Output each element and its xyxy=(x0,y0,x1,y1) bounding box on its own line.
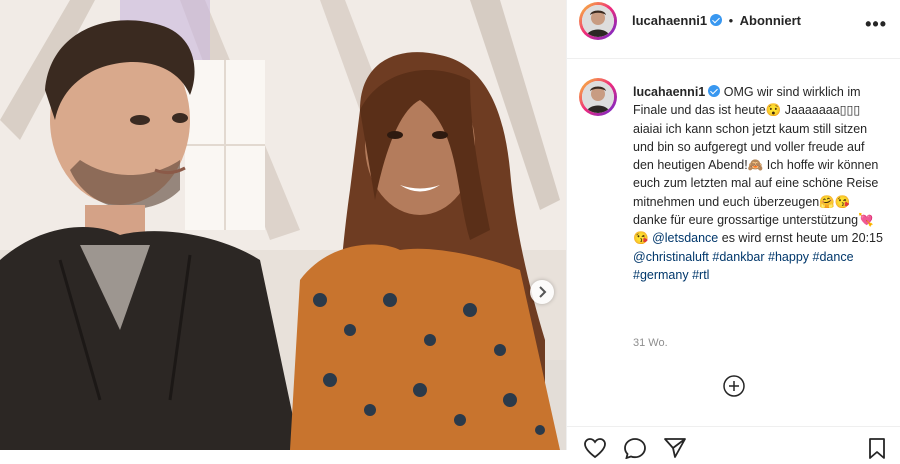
caption-username[interactable]: lucahaenni1 xyxy=(633,85,705,99)
post-details-panel: lucahaenni1 • Abonniert ••• lucahaenni1 … xyxy=(566,0,900,460)
verified-badge-icon xyxy=(710,14,723,26)
share-button[interactable] xyxy=(663,437,687,459)
comment-icon xyxy=(624,438,646,460)
hashtag-germany[interactable]: #germany xyxy=(633,268,689,282)
hashtag-dance[interactable]: #dance xyxy=(813,250,854,264)
caption-verified-badge-icon xyxy=(708,85,721,97)
post-photo xyxy=(0,0,566,450)
comment-button[interactable] xyxy=(623,437,647,460)
caption-avatar-image xyxy=(582,81,614,113)
send-icon xyxy=(664,438,686,458)
avatar-image xyxy=(582,5,614,37)
load-more-comments-button[interactable] xyxy=(723,375,745,397)
separator-dot: • xyxy=(728,13,734,28)
caption-avatar[interactable] xyxy=(579,78,617,116)
post-caption: lucahaenni1 OMG wir sind wirklich im Fin… xyxy=(633,83,883,284)
hashtag-dankbar[interactable]: #dankbar xyxy=(712,250,764,264)
photo-illustration xyxy=(0,0,566,450)
avatar[interactable] xyxy=(579,2,617,40)
hashtag-happy[interactable]: #happy xyxy=(768,250,809,264)
plus-circle-icon xyxy=(723,375,745,397)
follow-status-button[interactable]: Abonniert xyxy=(740,13,801,28)
heart-icon xyxy=(584,438,606,459)
save-button[interactable] xyxy=(867,437,891,459)
next-photo-button[interactable] xyxy=(530,280,554,304)
mention-letsdance[interactable]: @letsdance xyxy=(652,231,718,245)
more-options-icon[interactable]: ••• xyxy=(865,14,887,35)
header-user-line: lucahaenni1 • Abonniert xyxy=(632,12,801,30)
bookmark-icon xyxy=(869,438,885,459)
header-username[interactable]: lucahaenni1 xyxy=(632,13,707,28)
post-timestamp[interactable]: 31 Wo. xyxy=(633,337,668,349)
mention-christinaluft[interactable]: @christinaluft xyxy=(633,250,709,264)
caption-text: OMG wir sind wirklich im Finale und das … xyxy=(633,85,879,246)
like-button[interactable] xyxy=(583,437,607,459)
post-header: lucahaenni1 • Abonniert ••• xyxy=(567,0,900,59)
post-action-bar xyxy=(567,426,900,460)
hashtag-rtl[interactable]: #rtl xyxy=(692,268,709,282)
caption-text-2: es wird ernst heute um 20:15 xyxy=(721,231,883,246)
chevron-right-icon xyxy=(539,286,547,298)
